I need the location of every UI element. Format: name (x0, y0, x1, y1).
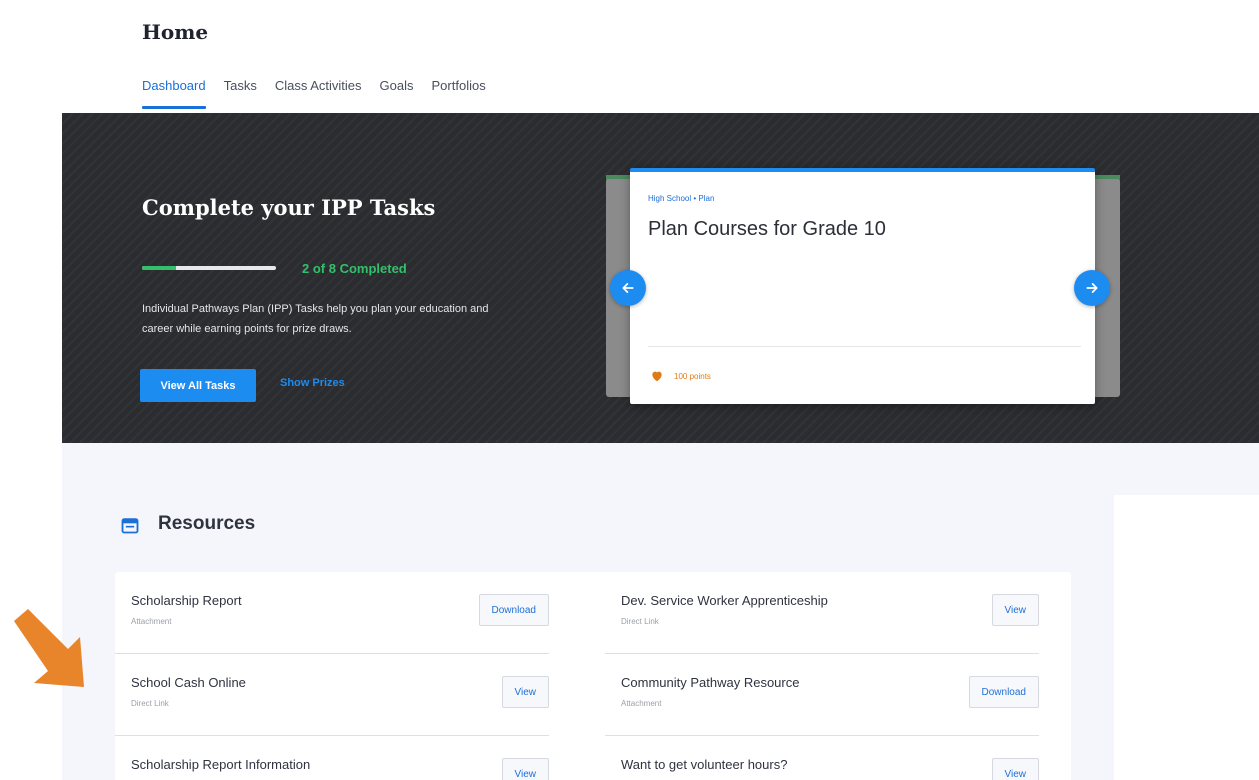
arrow-right-icon (1086, 283, 1098, 293)
task-card-title: Plan Courses for Grade 10 (648, 218, 886, 240)
resource-name[interactable]: Scholarship Report (131, 593, 242, 608)
tab-tasks[interactable]: Tasks (224, 78, 257, 109)
task-card-points: 100 points (674, 372, 711, 381)
task-progress-fill (142, 266, 176, 270)
resource-item: Want to get volunteer hours? View (605, 736, 1039, 780)
page-title: Home (142, 20, 209, 44)
show-prizes-link[interactable]: Show Prizes (280, 377, 345, 389)
carousel-next-button[interactable] (1074, 270, 1110, 306)
tab-class-activities[interactable]: Class Activities (275, 78, 362, 109)
resource-type: Direct Link (131, 699, 169, 708)
resource-item: Community Pathway Resource Attachment Do… (605, 654, 1039, 736)
tab-portfolios[interactable]: Portfolios (432, 78, 486, 109)
orange-pointer-arrow-icon (14, 609, 84, 687)
progress-label: 2 of 8 Completed (302, 261, 407, 276)
task-card-breadcrumb: High School • Plan (648, 194, 715, 203)
view-all-tasks-button[interactable]: View All Tasks (140, 369, 256, 402)
page-root: Home Dashboard Tasks Class Activities Go… (0, 0, 1259, 780)
resource-name[interactable]: Dev. Service Worker Apprenticeship (621, 593, 828, 608)
resource-view-button[interactable]: View (991, 594, 1039, 626)
task-progress-bar (142, 266, 276, 270)
resource-view-button[interactable]: View (501, 758, 549, 780)
resource-item: Scholarship Report Attachment Download (115, 572, 549, 654)
resource-view-button[interactable]: View (501, 676, 549, 708)
resource-item: School Cash Online Direct Link View (115, 654, 549, 736)
resources-panel: Resources Scholarship Report Attachment … (62, 495, 1114, 780)
task-card-divider (648, 346, 1081, 347)
resources-top-band (62, 443, 1259, 495)
arrow-left-icon (622, 283, 634, 293)
resource-item: Scholarship Report Information View (115, 736, 549, 780)
hero-description: Individual Pathways Plan (IPP) Tasks hel… (142, 303, 489, 335)
task-card[interactable]: High School • Plan Plan Courses for Grad… (630, 168, 1095, 404)
resource-type: Direct Link (621, 617, 659, 626)
resource-item: Dev. Service Worker Apprenticeship Direc… (605, 572, 1039, 654)
resource-view-button[interactable]: View (991, 758, 1039, 780)
resource-name[interactable]: Community Pathway Resource (621, 675, 799, 690)
tab-bar: Dashboard Tasks Class Activities Goals P… (142, 78, 504, 109)
resource-name[interactable]: Want to get volunteer hours? (621, 757, 787, 772)
carousel-prev-button[interactable] (610, 270, 646, 306)
tab-dashboard[interactable]: Dashboard (142, 78, 206, 109)
resource-type: Attachment (621, 699, 662, 708)
resource-name[interactable]: School Cash Online (131, 675, 246, 690)
heart-icon (652, 371, 662, 382)
resource-type: Attachment (131, 617, 172, 626)
resources-title: Resources (158, 513, 256, 534)
resource-download-button[interactable]: Download (968, 676, 1039, 708)
calendar-icon (121, 518, 139, 534)
resource-download-button[interactable]: Download (478, 594, 549, 626)
ipp-hero-banner: Complete your IPP Tasks 2 of 8 Completed… (62, 113, 1259, 443)
hero-title: Complete your IPP Tasks (142, 195, 436, 220)
resource-name[interactable]: Scholarship Report Information (131, 757, 310, 772)
tab-goals[interactable]: Goals (380, 78, 414, 109)
resources-list: Scholarship Report Attachment Download D… (115, 572, 1071, 780)
